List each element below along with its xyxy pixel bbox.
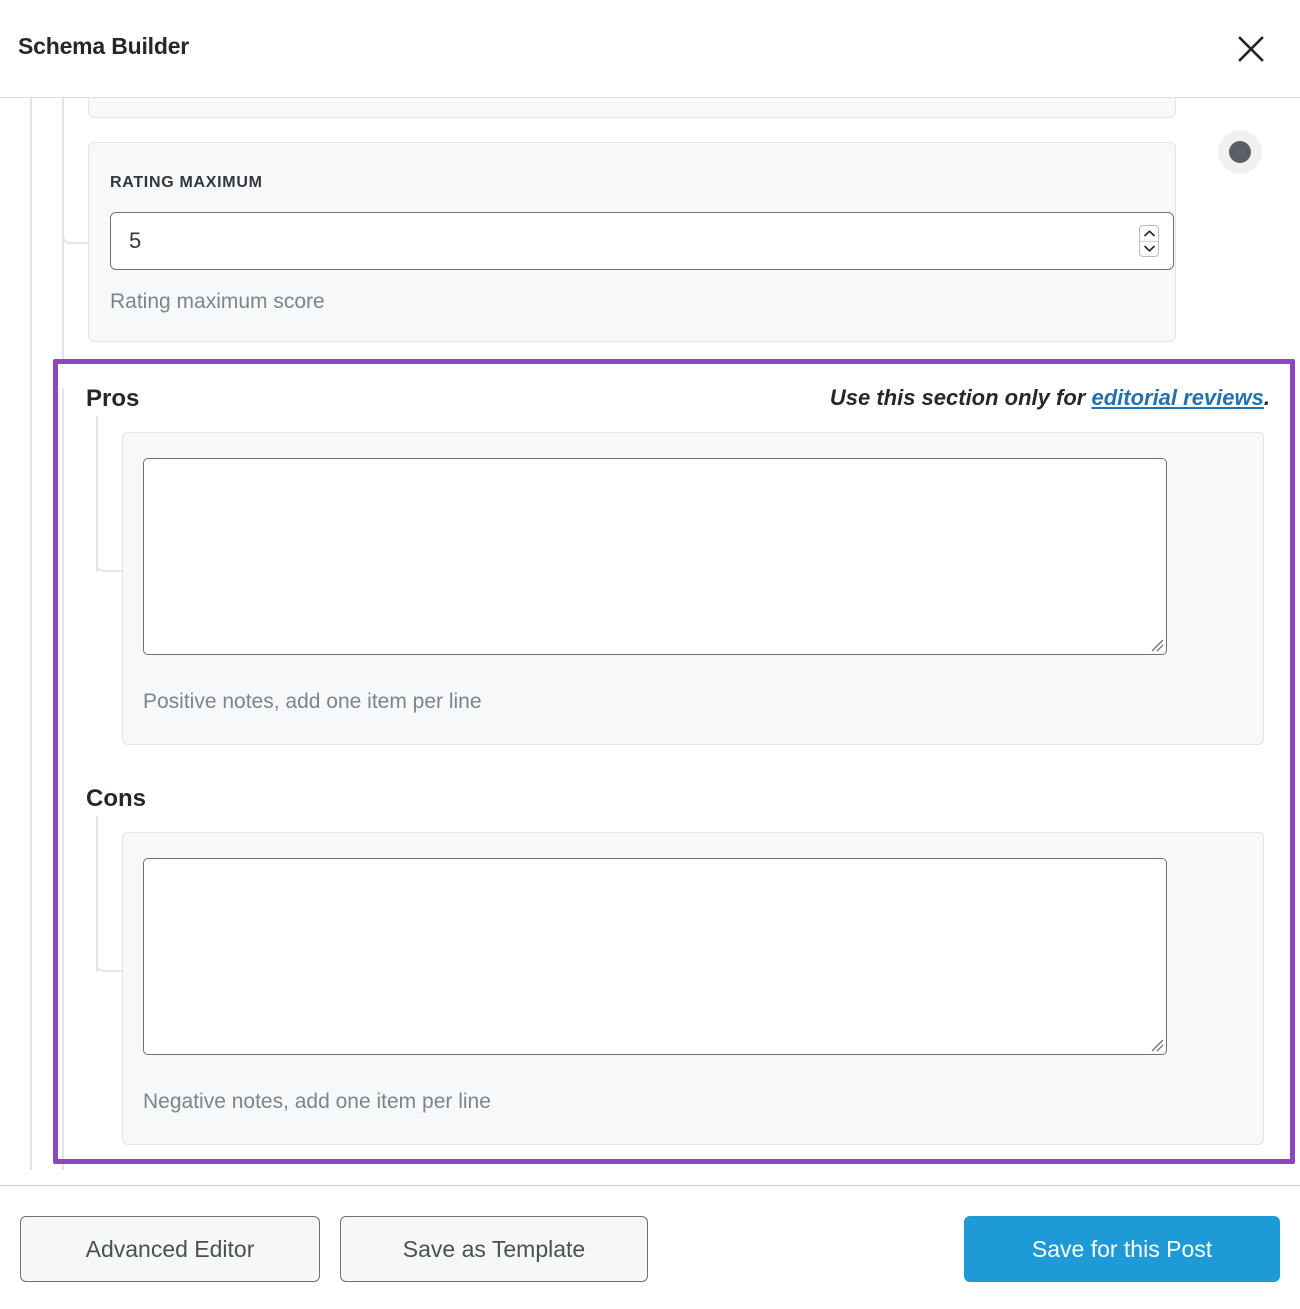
tree-rail-inner-2 xyxy=(62,388,64,1170)
collapse-toggle-handle[interactable] xyxy=(1218,130,1262,174)
cons-section-title: Cons xyxy=(86,785,146,812)
rating-maximum-help-text: Rating maximum score xyxy=(110,290,325,313)
rating-maximum-stepper[interactable] xyxy=(1139,225,1159,257)
chevron-up-icon xyxy=(1143,230,1155,237)
schema-builder-modal: Schema Builder RATING MAXIMUM 5 Rating m… xyxy=(0,0,1300,1309)
tree-connector-pros xyxy=(96,528,122,572)
modal-body-scroll-area[interactable]: RATING MAXIMUM 5 Rating maximum score Pr… xyxy=(0,98,1300,1185)
pros-help-text: Positive notes, add one item per line xyxy=(143,690,482,713)
editorial-reviews-link[interactable]: editorial reviews xyxy=(1091,385,1263,410)
tree-rail-cons xyxy=(96,816,98,972)
modal-footer: Advanced Editor Save as Template Save fo… xyxy=(0,1185,1300,1309)
pros-textarea[interactable] xyxy=(143,458,1167,655)
stepper-up-icon[interactable] xyxy=(1140,226,1158,241)
cons-textarea[interactable] xyxy=(143,858,1167,1055)
pros-section-title: Pros xyxy=(86,385,140,412)
rating-maximum-label: RATING MAXIMUM xyxy=(110,174,263,191)
tree-connector-cons xyxy=(96,928,122,972)
tree-rail-pros xyxy=(96,416,98,572)
pros-section-note: Use this section only for editorial revi… xyxy=(830,385,1270,411)
advanced-editor-button[interactable]: Advanced Editor xyxy=(20,1216,320,1282)
rating-maximum-value: 5 xyxy=(129,228,142,253)
rating-maximum-input-wrapper[interactable]: 5 xyxy=(110,212,1174,270)
cons-help-text: Negative notes, add one item per line xyxy=(143,1090,491,1113)
stepper-down-icon[interactable] xyxy=(1140,240,1158,257)
tree-rail-inner xyxy=(62,98,64,362)
previous-field-card-partial xyxy=(88,98,1176,118)
close-icon[interactable] xyxy=(1228,26,1274,72)
chevron-down-icon xyxy=(1143,245,1155,252)
close-x-glyph xyxy=(1238,36,1264,62)
tree-rail-outer xyxy=(30,98,32,1170)
pros-note-prefix: Use this section only for xyxy=(829,385,1092,410)
pros-note-suffix: . xyxy=(1263,385,1270,410)
tree-connector-rating-maximum xyxy=(62,198,88,244)
save-as-template-button[interactable]: Save as Template xyxy=(340,1216,648,1282)
page-title: Schema Builder xyxy=(18,33,190,59)
collapse-dot-icon xyxy=(1229,141,1251,163)
save-for-this-post-button[interactable]: Save for this Post xyxy=(964,1216,1280,1282)
modal-header: Schema Builder xyxy=(0,0,1300,98)
